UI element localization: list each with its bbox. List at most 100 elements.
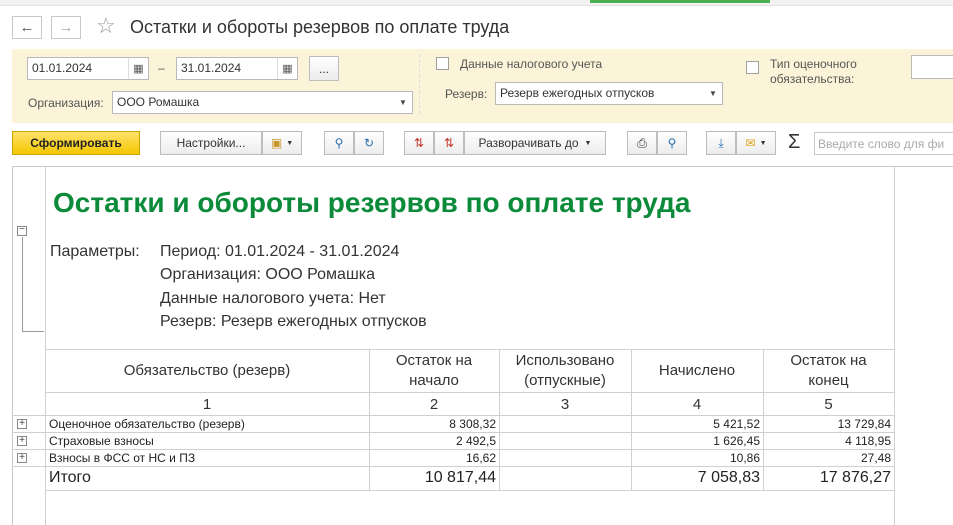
sum-icon[interactable]: Σ (788, 131, 800, 154)
table-row-name: Страховые взносы (49, 434, 154, 448)
panel-divider (419, 54, 420, 114)
forward-button[interactable]: → (51, 16, 81, 39)
reserve-select[interactable]: Резерв ежегодных отпусков ▼ (495, 82, 723, 105)
table-cell: 5 421,52 (713, 417, 760, 431)
expand-to-label: Разворачивать до (478, 136, 579, 150)
search-icon: ⚲ (334, 136, 344, 150)
params-label: Параметры: (50, 243, 140, 260)
total-cell: 10 817,44 (424, 469, 496, 486)
back-button[interactable]: ← (12, 16, 42, 39)
table-cell: 27,48 (860, 451, 891, 465)
total-cell: 17 876,27 (819, 469, 891, 486)
column-number: 2 (429, 396, 439, 413)
estimate-type-label-2: обязательства: (770, 72, 855, 86)
column-header-end-balance-1: Остаток на (790, 352, 867, 369)
send-email-button[interactable]: ✉ ▼ (736, 131, 776, 155)
param-period: Период: 01.01.2024 - 31.01.2024 (160, 243, 400, 260)
printer-icon: ⎙ (637, 135, 647, 150)
table-cell: 2 492,5 (455, 434, 496, 448)
expand-row-toggle[interactable]: + (17, 436, 27, 446)
report-grid-line (45, 166, 46, 525)
table-cell: 8 308,32 (449, 417, 496, 431)
print-button[interactable]: ⎙ (627, 131, 657, 155)
table-cell: 4 118,95 (845, 434, 891, 448)
total-row-label: Итого (49, 469, 91, 486)
column-header-end-balance-2: конец (808, 372, 849, 389)
reserve-label: Резерв: (445, 87, 488, 101)
find-next-button[interactable]: ↻ (354, 131, 384, 155)
search-input[interactable]: Введите слово для фи (814, 132, 953, 155)
column-header-liability: Обязательство (резерв) (123, 362, 291, 379)
find-button[interactable]: ⚲ (324, 131, 354, 155)
tax-data-checkbox[interactable] (436, 57, 449, 70)
param-tax-data: Данные налогового учета: Нет (160, 290, 386, 307)
group-bracket-line (22, 331, 44, 332)
collapse-group-toggle[interactable]: − (17, 225, 27, 236)
chevron-down-icon[interactable]: ▼ (704, 83, 722, 104)
param-organization: Организация: ООО Ромашка (160, 266, 376, 283)
date-from-value: 01.01.2024 (32, 61, 93, 75)
table-cell: 16,62 (465, 451, 496, 465)
chevron-down-icon[interactable]: ▼ (394, 92, 412, 113)
window-top-strip (0, 0, 953, 6)
tax-data-label: Данные налогового учета (460, 57, 603, 71)
arrow-left-icon: ← (19, 19, 35, 36)
sort-asc-icon: ⇅ (443, 136, 455, 150)
expand-row-toggle[interactable]: + (17, 419, 27, 429)
report-grid-line (894, 166, 895, 525)
table-row-name: Оценочное обязательство (резерв) (49, 417, 245, 431)
folder-icon: ▣ (270, 136, 283, 150)
estimate-type-checkbox[interactable] (746, 61, 759, 74)
column-header-start-balance-2: начало (409, 372, 459, 389)
group-bracket-line (22, 237, 23, 331)
date-to-field[interactable]: 31.01.2024 ▦ (176, 57, 298, 80)
search-next-icon: ↻ (363, 136, 375, 150)
param-reserve: Резерв: Резерв ежегодных отпусков (160, 313, 427, 330)
organization-value: ООО Ромашка (117, 95, 200, 109)
organization-select[interactable]: ООО Ромашка ▼ (112, 91, 413, 114)
column-header-used-2: (отпускные) (524, 372, 606, 389)
reserve-value: Резерв ежегодных отпусков (500, 86, 655, 100)
favorite-star-icon[interactable]: ☆ (96, 13, 116, 39)
column-number: 1 (202, 396, 212, 413)
settings-button[interactable]: Настройки... (160, 131, 262, 155)
date-dash: – (158, 61, 165, 75)
generate-button[interactable]: Сформировать (12, 131, 140, 155)
column-header-used-1: Использовано (515, 352, 615, 369)
period-select-button[interactable]: ... (309, 56, 339, 81)
estimate-type-field[interactable] (911, 55, 953, 79)
window-title: Остатки и обороты резервов по оплате тру… (130, 17, 510, 37)
chevron-down-icon: ▼ (286, 139, 294, 147)
column-header-start-balance-1: Остаток на (395, 352, 473, 369)
report-title: Остатки и обороты резервов по оплате тру… (53, 187, 691, 218)
print-preview-button[interactable]: ⚲ (657, 131, 687, 155)
expand-to-button[interactable]: Разворачивать до ▼ (464, 131, 606, 155)
calendar-icon[interactable]: ▦ (277, 58, 297, 79)
table-row-name: Взносы в ФСС от НС и ПЗ (49, 451, 196, 465)
table-border (45, 392, 895, 393)
preview-icon: ⚲ (667, 136, 677, 150)
date-from-field[interactable]: 01.01.2024 ▦ (27, 57, 149, 80)
arrow-right-icon: → (58, 19, 74, 36)
date-to-value: 31.01.2024 (181, 61, 242, 75)
table-border (45, 490, 895, 491)
save-button[interactable]: ⤓ (706, 131, 736, 155)
envelope-icon: ✉ (745, 136, 756, 150)
column-number: 5 (824, 396, 833, 413)
table-cell: 1 626,45 (713, 434, 760, 448)
download-icon: ⤓ (718, 135, 724, 150)
chevron-down-icon: ▼ (584, 139, 592, 147)
organization-label: Организация: (28, 96, 104, 110)
total-cell: 7 058,83 (697, 469, 760, 486)
column-number: 3 (560, 396, 570, 413)
expand-row-toggle[interactable]: + (17, 453, 27, 463)
table-cell: 13 729,84 (837, 417, 891, 431)
variants-button[interactable]: ▣ ▼ (262, 131, 302, 155)
column-header-accrued: Начислено (658, 362, 736, 379)
table-cell: 10,86 (729, 451, 760, 465)
calendar-icon[interactable]: ▦ (128, 58, 148, 79)
estimate-type-label-1: Тип оценочного (770, 57, 857, 71)
sort-desc-button[interactable]: ⇅ (404, 131, 434, 155)
sort-desc-icon: ⇅ (413, 136, 425, 150)
sort-asc-button[interactable]: ⇅ (434, 131, 464, 155)
